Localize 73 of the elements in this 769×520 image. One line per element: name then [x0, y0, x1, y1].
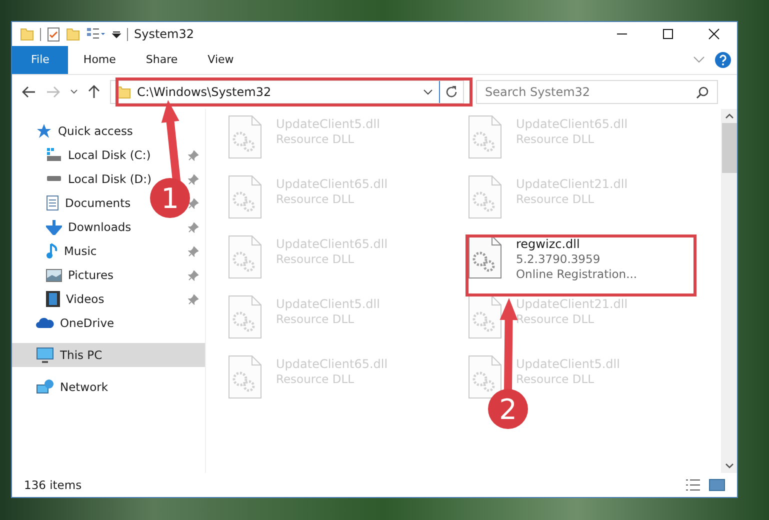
- sidebar-item[interactable]: Music: [12, 239, 97, 263]
- scroll-up-icon[interactable]: [724, 113, 734, 119]
- details-view-icon[interactable]: [685, 478, 701, 492]
- ribbon-tab[interactable]: Share: [130, 46, 193, 74]
- sidebar-label: Pictures: [68, 268, 114, 282]
- cloud-icon: [36, 317, 54, 329]
- sidebar-label: Network: [60, 380, 108, 394]
- sidebar-label: Videos: [66, 292, 104, 306]
- file-name[interactable]: regwizc.dll: [516, 237, 638, 251]
- drive-icon: [46, 148, 62, 162]
- pin-icon[interactable]: [188, 174, 199, 184]
- customize-toolbar-icon[interactable]: [86, 27, 106, 41]
- sidebar-label: This PC: [60, 348, 102, 362]
- download-arrow-icon: [46, 219, 62, 235]
- star-icon: [36, 123, 52, 139]
- sidebar-item[interactable]: Local Disk (C:): [12, 143, 151, 167]
- drive-icon: [46, 176, 62, 182]
- sidebar-item[interactable]: Downloads: [12, 215, 132, 239]
- pin-icon[interactable]: [188, 270, 199, 280]
- scrollbar[interactable]: [721, 109, 737, 473]
- recent-caret-icon[interactable]: [70, 89, 78, 95]
- sidebar-item[interactable]: Videos: [12, 287, 104, 311]
- item-count: 136 items: [24, 478, 82, 492]
- film-icon: [46, 291, 60, 307]
- search-icon: [696, 86, 709, 99]
- sidebar-label: Music: [64, 244, 97, 258]
- sidebar-item[interactable]: OneDrive: [12, 311, 205, 335]
- dropdown-caret-icon[interactable]: [112, 30, 121, 38]
- sidebar-label: Quick access: [58, 124, 133, 138]
- window-title: System32: [134, 27, 194, 41]
- expand-ribbon-icon[interactable]: [693, 56, 705, 64]
- music-note-icon: [46, 243, 58, 259]
- sidebar-label: Documents: [65, 196, 131, 210]
- pin-icon[interactable]: [188, 222, 199, 232]
- document-icon: [46, 195, 59, 211]
- search-field[interactable]: Search System32: [476, 80, 718, 104]
- network-icon: [36, 379, 54, 395]
- address-path: C:\Windows\System32: [137, 85, 272, 99]
- ribbon-tab[interactable]: View: [192, 46, 249, 74]
- scroll-down-icon[interactable]: [724, 463, 734, 469]
- sidebar-item[interactable]: Local Disk (D:): [12, 167, 152, 191]
- monitor-icon: [36, 347, 54, 363]
- sidebar-item[interactable]: Quick access: [12, 119, 205, 143]
- help-icon[interactable]: [715, 52, 731, 68]
- sidebar-item[interactable]: This PC: [12, 343, 205, 367]
- pin-icon[interactable]: [188, 294, 199, 304]
- step-number-badge: 2: [488, 389, 528, 429]
- up-icon[interactable]: [88, 85, 100, 99]
- dll-file-icon[interactable]: [468, 235, 502, 279]
- dropdown-caret-icon[interactable]: [423, 89, 433, 95]
- address-bar[interactable]: C:\Windows\System32: [110, 80, 464, 104]
- folder-icon[interactable]: [20, 27, 34, 41]
- pin-icon[interactable]: [188, 198, 199, 208]
- file-detail: Online Registration...: [516, 267, 638, 281]
- scroll-thumb[interactable]: [722, 123, 736, 173]
- sidebar-label: Downloads: [68, 220, 132, 234]
- step-number-badge: 1: [150, 178, 190, 218]
- pin-icon[interactable]: [188, 246, 199, 256]
- new-folder-icon[interactable]: [66, 27, 80, 41]
- forward-icon[interactable]: [46, 86, 60, 98]
- picture-icon: [46, 268, 62, 282]
- back-icon[interactable]: [22, 86, 36, 98]
- sidebar-item[interactable]: Network: [12, 375, 205, 399]
- sidebar-label: Local Disk (C:): [68, 148, 151, 162]
- sidebar-label: OneDrive: [60, 316, 114, 330]
- pin-icon[interactable]: [188, 150, 199, 160]
- properties-icon[interactable]: [47, 26, 60, 42]
- file-detail: 5.2.3790.3959: [516, 252, 602, 266]
- large-icons-view-icon[interactable]: [709, 478, 725, 492]
- sidebar-label: Local Disk (D:): [68, 172, 152, 186]
- sidebar-item[interactable]: Documents: [12, 191, 131, 215]
- ribbon-tab[interactable]: Home: [68, 46, 131, 74]
- sidebar-item[interactable]: Pictures: [12, 263, 114, 287]
